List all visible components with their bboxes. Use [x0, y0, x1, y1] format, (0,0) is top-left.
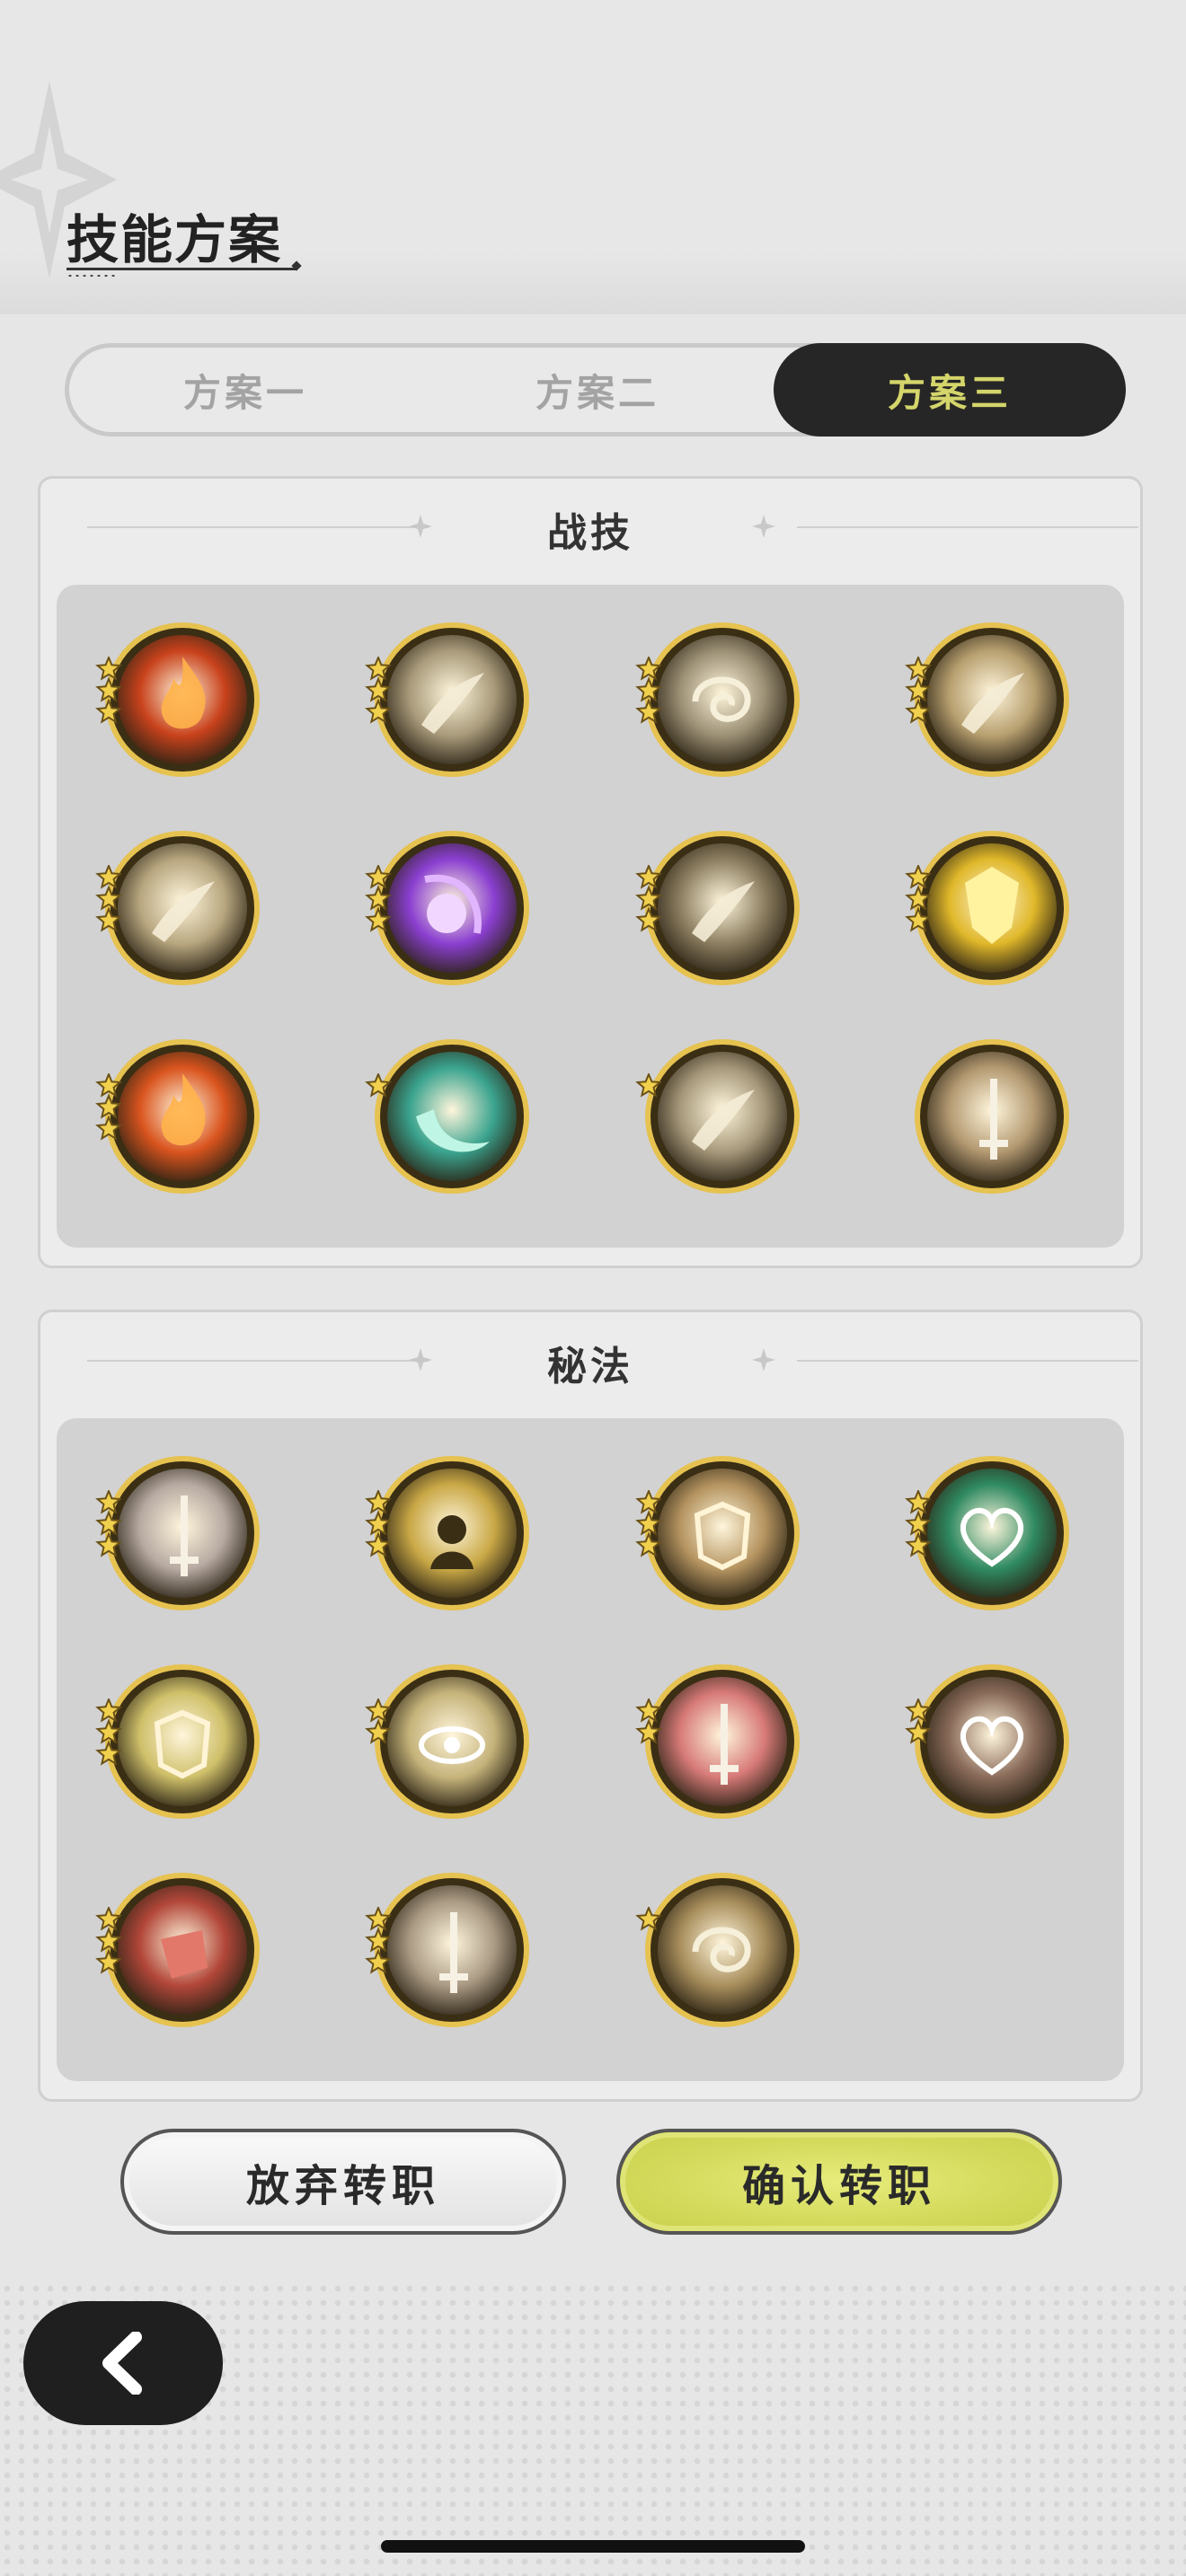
combat-skill-10[interactable] — [365, 1036, 533, 1197]
combat-skills-header: 战技 — [40, 479, 1140, 578]
combat-skill-5[interactable] — [95, 827, 263, 989]
star-rating-icon — [635, 657, 662, 724]
plan-tabs: 方案一 方案二 方案三 — [65, 343, 1126, 437]
combat-skill-6[interactable] — [365, 827, 533, 989]
arcane-skill-1[interactable] — [95, 1452, 263, 1614]
star-rating-icon — [635, 1698, 662, 1744]
home-indicator — [381, 2540, 805, 2553]
arcane-skill-9[interactable] — [95, 1869, 263, 2031]
arcane-skills-grid — [57, 1418, 1124, 2081]
sparkle-icon — [752, 1348, 775, 1372]
combat-skill-3[interactable] — [635, 619, 803, 781]
star-rating-icon — [905, 1490, 932, 1557]
sparkle-icon — [752, 515, 775, 538]
tab-plan-2[interactable]: 方案二 — [421, 343, 774, 437]
star-rating-icon — [365, 865, 392, 932]
arcane-skill-11[interactable] — [635, 1869, 803, 2031]
star-rating-icon — [905, 865, 932, 932]
arcane-skill-5[interactable] — [95, 1661, 263, 1822]
star-rating-icon — [635, 1073, 662, 1098]
divider-line — [797, 526, 1138, 528]
combat-skill-7[interactable] — [635, 827, 803, 989]
star-rating-icon — [365, 657, 392, 724]
arcane-skill-8[interactable] — [905, 1661, 1073, 1822]
impact-icon — [645, 1039, 800, 1194]
star-rating-icon — [905, 1698, 932, 1744]
back-button[interactable] — [23, 2301, 223, 2425]
vortex-icon — [645, 1873, 800, 2027]
star-rating-icon — [95, 657, 122, 724]
star-rating-icon — [95, 865, 122, 932]
combat-skill-1[interactable] — [95, 619, 263, 781]
combat-skills-title: 战技 — [547, 510, 633, 556]
combat-skill-11[interactable] — [635, 1036, 803, 1197]
star-rating-icon — [95, 1073, 122, 1141]
star-rating-icon — [635, 865, 662, 932]
combat-skill-2[interactable] — [365, 619, 533, 781]
arcane-skill-4[interactable] — [905, 1452, 1073, 1614]
arcane-skill-2[interactable] — [365, 1452, 533, 1614]
confirm-transfer-button[interactable]: 确认转职 — [616, 2129, 1062, 2235]
combat-skills-grid — [57, 585, 1124, 1248]
abandon-transfer-button[interactable]: 放弃转职 — [120, 2129, 566, 2235]
sword-strike-icon — [915, 1039, 1069, 1194]
star-rating-icon — [95, 1907, 122, 1974]
star-rating-icon — [95, 1698, 122, 1766]
star-rating-icon — [635, 1907, 662, 1931]
page-title: 技能方案 — [66, 209, 283, 270]
combat-skill-8[interactable] — [905, 827, 1073, 989]
combat-skills-panel: 战技 — [38, 476, 1143, 1268]
star-rating-icon — [365, 1698, 392, 1744]
combat-skill-12[interactable] — [911, 1036, 1073, 1197]
tab-plan-1[interactable]: 方案一 — [69, 343, 421, 437]
arcane-skills-header: 秘法 — [40, 1312, 1140, 1411]
star-rating-icon — [95, 1490, 122, 1557]
arcane-skill-10[interactable] — [365, 1869, 533, 2031]
tab-plan-3[interactable]: 方案三 — [774, 343, 1126, 437]
divider-line — [797, 1360, 1138, 1362]
star-rating-icon — [635, 1490, 662, 1557]
combat-skill-4[interactable] — [905, 619, 1073, 781]
title-underline — [66, 268, 296, 270]
star-rating-icon — [365, 1490, 392, 1557]
combat-skill-9[interactable] — [95, 1036, 263, 1197]
arcane-skills-panel: 秘法 — [38, 1310, 1143, 2102]
arcane-skill-6[interactable] — [365, 1661, 533, 1822]
star-rating-icon — [365, 1073, 392, 1098]
arcane-skill-3[interactable] — [635, 1452, 803, 1614]
arcane-skill-7[interactable] — [635, 1661, 803, 1822]
title-dots — [66, 274, 117, 278]
star-rating-icon — [905, 657, 932, 724]
wave-icon — [375, 1039, 529, 1194]
star-rating-icon — [365, 1907, 392, 1974]
chevron-left-icon — [102, 2332, 142, 2395]
arcane-skills-title: 秘法 — [547, 1344, 633, 1389]
